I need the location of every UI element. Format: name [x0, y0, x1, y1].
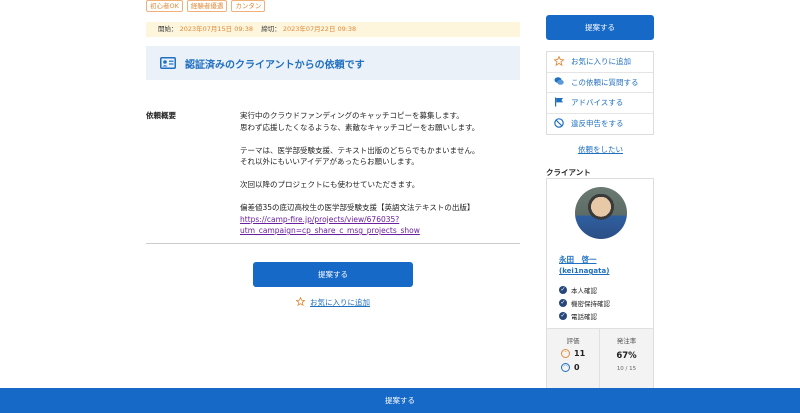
project-link-line1[interactable]: https://camp-fire.jp/projects/view/67603… — [240, 215, 399, 224]
verified-client-banner: 認証済みのクライアントからの依頼です — [146, 46, 520, 80]
project-detail-page: 初心者OK 経験者優遇 カンタン 開始： 2023年07月15日 09:38 締… — [0, 0, 800, 413]
check-icon: ✓ — [559, 298, 567, 307]
bottom-propose-bar[interactable]: 提案する — [0, 388, 800, 413]
avatar[interactable] — [575, 187, 627, 239]
id-card-icon — [160, 54, 176, 73]
order-rate-fraction: 10 / 15 — [616, 366, 637, 372]
details-line: それ以外にもいいアイデアがあったらお願いします。 — [240, 157, 419, 166]
bad-rating: ◠ 0 — [561, 363, 580, 372]
star-icon — [295, 296, 306, 308]
bad-count: 0 — [574, 363, 580, 372]
details-body: 実行中のクラウドファンディングのキャッチコピーを募集します。 思わず応援したくな… — [240, 110, 530, 237]
good-rating: ᵕ 11 — [561, 349, 585, 358]
end-label: 締切： — [261, 25, 281, 33]
order-rate-value: 67% — [616, 351, 637, 361]
sidebar-action-menu: お気に入りに追加 この依頼に質問する アドバイスする 違反申告をする — [546, 51, 654, 135]
tag-experienced-preferred: 経験者優遇 — [186, 0, 228, 12]
divider — [146, 243, 520, 244]
details-line: テーマは、医学部受験支援、テキスト出版のどちらでもかまいません。 — [240, 145, 480, 155]
tag-easy: カンタン — [231, 0, 266, 12]
verification-list: ✓ 本人確認 ✓ 機密保持確認 ✓ 電話確認 — [559, 283, 610, 322]
check-icon: ✓ — [559, 311, 567, 320]
propose-button[interactable]: 提案する — [253, 262, 413, 287]
project-link-line2[interactable]: utm_campaign=cp_share_c_msg_projects_sho… — [240, 226, 420, 235]
verification-phone: ✓ 電話確認 — [559, 309, 610, 322]
sidebar-item-report[interactable]: 違反申告をする — [547, 114, 653, 135]
sidebar-item-label: お気に入りに追加 — [571, 57, 631, 67]
smile-icon: ᵕ — [561, 349, 570, 358]
frown-icon: ◠ — [561, 363, 570, 372]
prohibited-icon — [554, 117, 564, 130]
add-favorite-link[interactable]: お気に入りに追加 — [295, 296, 370, 308]
order-rate-label: 発注率 — [616, 337, 637, 345]
verification-label: 機密保持確認 — [571, 299, 610, 308]
add-favorite-label: お気に入りに追加 — [310, 298, 370, 307]
client-heading: クライアント — [546, 168, 591, 177]
client-handle[interactable]: (kei1nagata) — [559, 267, 609, 275]
client-name[interactable]: 永田 啓一 — [559, 254, 597, 265]
verification-nda: ✓ 機密保持確認 — [559, 296, 610, 309]
start-label: 開始： — [158, 25, 178, 33]
check-icon: ✓ — [559, 285, 567, 294]
details-line: 偏差値35の底辺高校生の医学部受験支援【英語文法テキストの出版】 — [240, 203, 475, 212]
period-bar: 開始： 2023年07月15日 09:38 締切： 2023年07月22日 09… — [146, 22, 520, 37]
sidebar-item-label: アドバイスする — [571, 98, 624, 108]
tag-list: 初心者OK 経験者優遇 カンタン — [146, 0, 266, 12]
verification-label: 電話確認 — [571, 312, 597, 321]
client-card: 永田 啓一 (kei1nagata) ✓ 本人確認 ✓ 機密保持確認 ✓ 電話確… — [546, 178, 654, 413]
details-line: 思わず応援したくなるような、素敵なキャッチコピーをお願いします。 — [240, 122, 480, 132]
end-date: 2023年07月22日 09:38 — [282, 25, 357, 33]
verification-label: 本人確認 — [571, 286, 597, 295]
sidebar-item-label: この依頼に質問する — [571, 77, 639, 87]
chat-bubbles-icon — [554, 76, 564, 88]
verified-title: 認証済みのクライアントからの依頼です — [185, 59, 365, 71]
star-icon — [553, 55, 565, 68]
sidebar-item-label: 違反申告をする — [571, 119, 624, 129]
rating-label: 評価 — [566, 337, 580, 345]
want-to-request-link[interactable]: 依頼をしたい — [578, 144, 623, 155]
good-count: 11 — [574, 349, 586, 358]
flag-icon — [554, 97, 564, 109]
details-line: 次回以降のプロジェクトにも使わせていただきます。 — [240, 180, 420, 189]
sidebar-propose-button[interactable]: 提案する — [546, 15, 654, 40]
start-date: 2023年07月15日 09:38 — [179, 25, 253, 33]
verification-identity: ✓ 本人確認 — [559, 283, 610, 296]
details-line: 実行中のクラウドファンディングのキャッチコピーを募集します。 — [240, 111, 464, 120]
details-label: 依頼概要 — [146, 111, 176, 120]
sidebar-item-advice[interactable]: アドバイスする — [547, 93, 653, 114]
sidebar-item-favorite[interactable]: お気に入りに追加 — [547, 52, 653, 73]
tag-beginner-ok: 初心者OK — [146, 0, 183, 12]
sidebar-item-question[interactable]: この依頼に質問する — [547, 73, 653, 93]
